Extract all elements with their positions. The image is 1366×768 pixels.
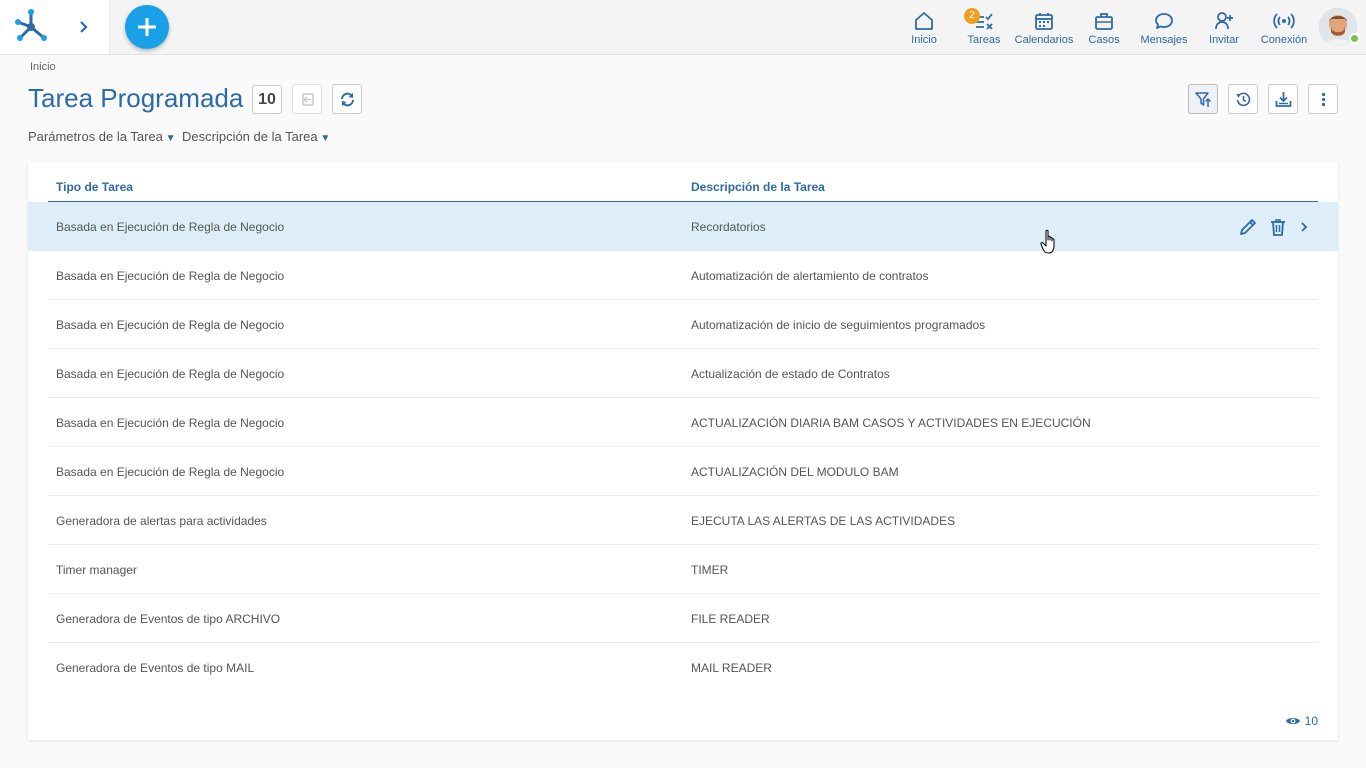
- table-row[interactable]: Basada en Ejecución de Regla de Negocio …: [48, 398, 1318, 447]
- cell-tipo: Basada en Ejecución de Regla de Negocio: [56, 269, 285, 283]
- more-options-button[interactable]: [1308, 84, 1338, 114]
- chevron-right-icon[interactable]: [74, 15, 94, 39]
- refresh-icon: [341, 92, 354, 107]
- column-header-descripcion[interactable]: Descripción de la Tarea: [691, 180, 825, 194]
- table-row[interactable]: Generadora de Eventos de tipo ARCHIVO FI…: [48, 594, 1318, 643]
- nav-inicio[interactable]: Inicio: [904, 0, 944, 54]
- table-row[interactable]: Generadora de Eventos de tipo MAIL MAIL …: [48, 643, 1318, 692]
- filter-label: Descripción de la Tarea: [182, 129, 318, 144]
- nav-label: Invitar: [1209, 34, 1239, 46]
- tasks-table-card: Tipo de Tarea Descripción de la Tarea Ba…: [28, 162, 1338, 740]
- online-status-icon: [1349, 33, 1360, 44]
- cell-tipo: Timer manager: [56, 563, 137, 577]
- add-button[interactable]: [125, 5, 169, 49]
- chevron-down-icon: ▼: [317, 133, 331, 144]
- cell-tipo: Basada en Ejecución de Regla de Negocio: [56, 416, 285, 430]
- nav-label: Tareas: [967, 34, 1001, 46]
- top-bar: Inicio Tareas 2 Calendarios Casos Mensaj…: [0, 0, 1366, 55]
- history-button[interactable]: [1228, 84, 1258, 114]
- back-button[interactable]: [292, 84, 322, 114]
- home-icon: [915, 12, 933, 30]
- filter-label: Parámetros de la Tarea: [28, 129, 163, 144]
- refresh-button[interactable]: [332, 84, 362, 114]
- filter-icon: [1195, 92, 1212, 107]
- nav-label: Inicio: [911, 34, 937, 46]
- cell-descripcion: FILE READER: [691, 612, 770, 626]
- cell-descripcion: Recordatorios: [691, 220, 766, 234]
- plus-icon: [138, 18, 156, 36]
- filter-descripcion[interactable]: Descripción de la Tarea ▼: [182, 129, 330, 144]
- page-title: Tarea Programada: [28, 83, 244, 113]
- broadcast-icon: [1273, 13, 1295, 29]
- hand-cursor-icon: [1040, 229, 1055, 254]
- record-count: 10: [252, 85, 282, 114]
- nav-label: Conexión: [1260, 34, 1308, 46]
- history-icon: [1236, 92, 1251, 107]
- table-row[interactable]: Generadora de alertas para actividades E…: [48, 496, 1318, 545]
- tasks-count-badge: 2: [964, 8, 980, 24]
- table-row[interactable]: Basada en Ejecución de Regla de Negocio …: [48, 349, 1318, 398]
- cell-tipo: Generadora de alertas para actividades: [56, 514, 267, 528]
- eye-icon: [1285, 718, 1300, 724]
- cell-descripcion: ACTUALIZACIÓN DEL MODULO BAM: [691, 465, 899, 479]
- chevron-right-icon[interactable]: [1298, 217, 1310, 237]
- nav-label: Calendarios: [1014, 34, 1074, 46]
- exit-icon: [302, 93, 314, 106]
- cell-descripcion: MAIL READER: [691, 661, 772, 675]
- table-row[interactable]: Basada en Ejecución de Regla de Negocio …: [48, 447, 1318, 496]
- table-row[interactable]: Basada en Ejecución de Regla de Negocio …: [48, 300, 1318, 349]
- filter-button[interactable]: [1188, 84, 1218, 114]
- download-icon: [1275, 92, 1292, 107]
- cell-descripcion: Automatización de inicio de seguimientos…: [691, 318, 986, 332]
- table-row[interactable]: Basada en Ejecución de Regla de Negocio …: [28, 202, 1338, 251]
- table-header: Tipo de Tarea Descripción de la Tarea: [48, 162, 1318, 202]
- table-row[interactable]: Basada en Ejecución de Regla de Negocio …: [48, 251, 1318, 300]
- table-row[interactable]: Timer manager TIMER: [48, 545, 1318, 594]
- edit-pencil-icon[interactable]: [1238, 217, 1258, 237]
- nav-calendarios[interactable]: Calendarios: [1014, 0, 1074, 54]
- cell-tipo: Basada en Ejecución de Regla de Negocio: [56, 367, 285, 381]
- cell-tipo: Basada en Ejecución de Regla de Negocio: [56, 465, 285, 479]
- calendar-icon: [1035, 13, 1053, 30]
- nav-conexion[interactable]: Conexión: [1258, 0, 1310, 54]
- cell-descripcion: EJECUTA LAS ALERTAS DE LAS ACTIVIDADES: [691, 514, 956, 528]
- more-vertical-icon: [1321, 92, 1326, 107]
- row-actions: [1238, 217, 1310, 237]
- logo-area: [0, 0, 110, 54]
- invite-user-icon: [1215, 12, 1233, 30]
- cell-tipo: Generadora de Eventos de tipo ARCHIVO: [56, 612, 281, 626]
- cell-descripcion: TIMER: [691, 563, 729, 577]
- nav-mensajes[interactable]: Mensajes: [1138, 0, 1190, 54]
- nav-casos[interactable]: Casos: [1084, 0, 1124, 54]
- export-button[interactable]: [1268, 84, 1298, 114]
- chevron-down-icon: ▼: [162, 133, 176, 144]
- nav-label: Mensajes: [1140, 34, 1188, 46]
- briefcase-icon: [1095, 13, 1113, 30]
- filter-parametros[interactable]: Parámetros de la Tarea ▼: [28, 129, 176, 144]
- chat-icon: [1155, 13, 1173, 29]
- column-header-tipo[interactable]: Tipo de Tarea: [56, 180, 133, 194]
- cell-descripcion: Automatización de alertamiento de contra…: [691, 269, 929, 283]
- nav-label: Casos: [1088, 34, 1120, 46]
- visible-records-indicator: 10: [1285, 714, 1318, 728]
- breadcrumb[interactable]: Inicio: [30, 61, 56, 73]
- nav-invitar[interactable]: Invitar: [1204, 0, 1244, 54]
- cell-descripcion: Actualización de estado de Contratos: [691, 367, 890, 381]
- app-logo-icon[interactable]: [12, 8, 50, 46]
- cell-tipo: Basada en Ejecución de Regla de Negocio: [56, 220, 285, 234]
- cell-descripcion: ACTUALIZACIÓN DIARIA BAM CASOS Y ACTIVID…: [691, 416, 1091, 430]
- delete-trash-icon[interactable]: [1268, 217, 1288, 237]
- cell-tipo: Generadora de Eventos de tipo MAIL: [56, 661, 255, 675]
- cell-tipo: Basada en Ejecución de Regla de Negocio: [56, 318, 285, 332]
- visible-count: 10: [1304, 714, 1318, 728]
